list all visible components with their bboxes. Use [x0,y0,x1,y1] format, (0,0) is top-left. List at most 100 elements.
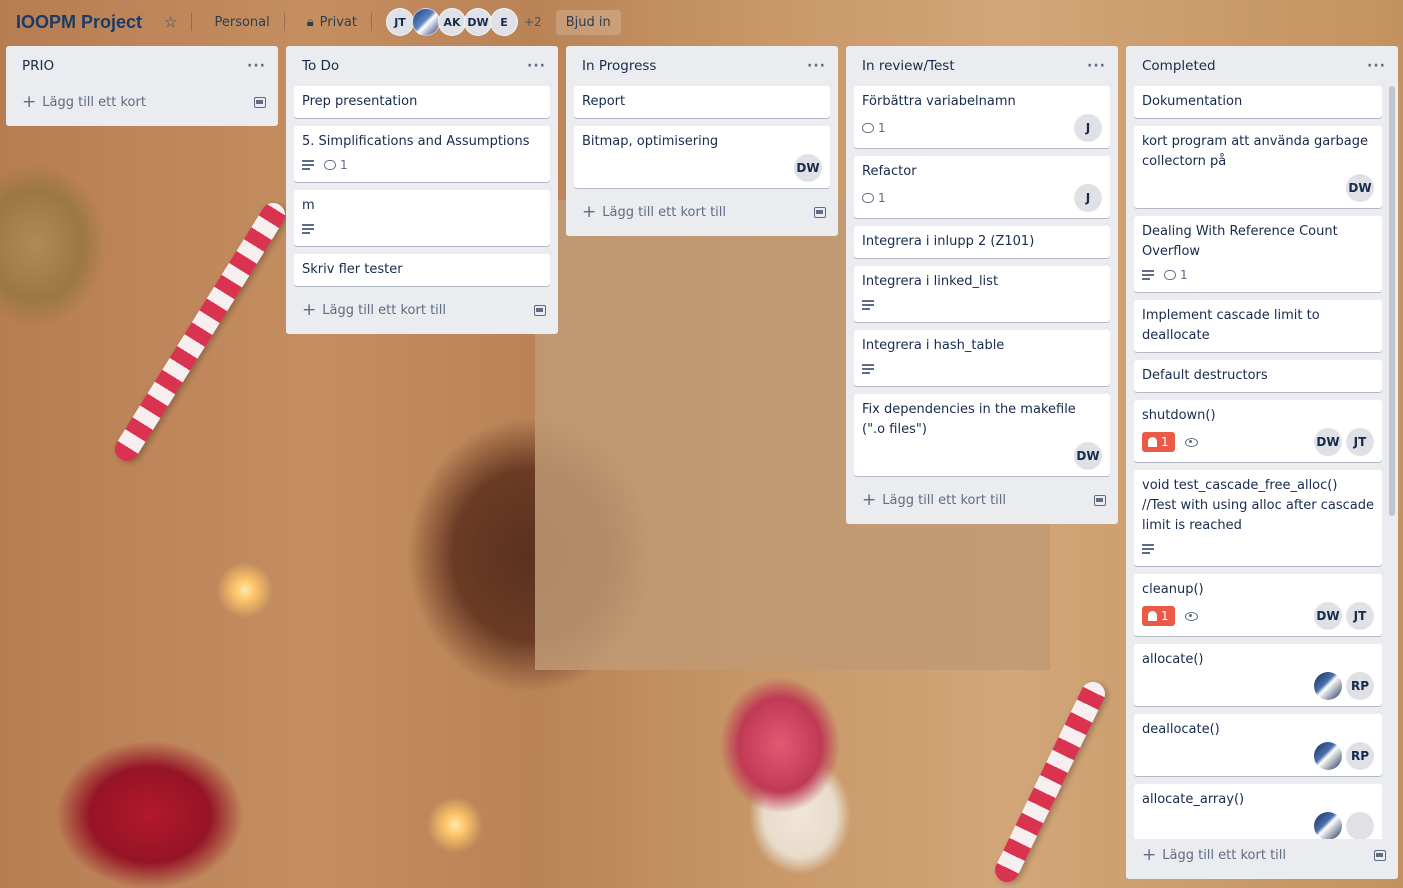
due-date-badge[interactable]: 1 [1142,432,1175,452]
card[interactable]: Integrera i linked_list [854,266,1110,322]
description-icon [862,300,874,310]
card-member-avatar[interactable]: DW [794,154,822,182]
card[interactable]: Förbättra variabelnamn 1 J [854,86,1110,148]
card[interactable]: Skriv fler tester [294,254,550,286]
list-title[interactable]: Completed [1142,58,1216,74]
card-title: deallocate() [1142,722,1220,737]
card-member-avatar-image[interactable] [1314,672,1342,700]
add-card-row: + Lägg till ett kort till [574,196,830,228]
header-divider [283,13,285,31]
card-member-avatar[interactable]: DW [1314,602,1342,630]
list-menu-icon[interactable]: ··· [807,58,826,74]
list-title[interactable]: To Do [302,58,339,74]
card-member-avatar[interactable] [1346,812,1374,839]
visibility-button[interactable]: 🔒︎ Privat [307,15,357,30]
add-card-label: Lägg till ett kort [42,94,146,110]
board-header: IOOPM Project ☆ Personal 🔒︎ Privat JT AK… [0,0,1403,44]
card-member-avatar[interactable]: J [1074,184,1102,212]
board-title[interactable]: IOOPM Project [16,12,142,33]
card-title: allocate_array() [1142,792,1245,807]
list-menu-icon[interactable]: ··· [527,58,546,74]
card[interactable]: Refactor 1 J [854,156,1110,218]
card[interactable]: Bitmap, optimisering DW [574,126,830,188]
card[interactable]: Dealing With Reference Count Overflow 1 [1134,216,1382,292]
list-menu-icon[interactable]: ··· [1367,58,1386,74]
more-members-count[interactable]: +2 [524,15,542,29]
add-card-row: + Lägg till ett kort [14,86,270,118]
star-icon[interactable]: ☆ [164,13,177,31]
list-title[interactable]: PRIO [22,58,54,74]
card-member-avatar[interactable]: DW [1074,442,1102,470]
card[interactable]: allocate_array() [1134,784,1382,839]
card-member-avatar[interactable]: JT [1346,602,1374,630]
comment-count: 1 [878,121,886,135]
lock-icon: 🔒︎ [306,14,314,30]
list-prio: PRIO ··· + Lägg till ett kort [6,46,278,126]
list-title[interactable]: In Progress [582,58,656,74]
card[interactable]: cleanup() 1 DW JT [1134,574,1382,636]
card-member-avatar-image[interactable] [1314,812,1342,839]
member-avatar[interactable]: JT [386,8,414,36]
card[interactable]: m [294,190,550,246]
member-avatar[interactable]: AK [438,8,466,36]
card-member-avatar[interactable]: J [1074,114,1102,142]
card[interactable]: Integrera i hash_table [854,330,1110,386]
add-card-row: + Lägg till ett kort till [1134,839,1390,871]
list-menu-icon[interactable]: ··· [1087,58,1106,74]
add-card-button[interactable]: + Lägg till ett kort till [302,301,446,319]
list-header: To Do ··· [294,46,550,86]
card[interactable]: Fix dependencies in the makefile (".o fi… [854,394,1110,476]
card-template-icon[interactable] [254,96,266,108]
card[interactable]: Implement cascade limit to deallocate [1134,300,1382,352]
card-member-avatar[interactable]: RP [1346,672,1374,700]
comment-count: 1 [1180,268,1188,282]
add-card-button[interactable]: + Lägg till ett kort till [862,491,1006,509]
due-date-badge[interactable]: 1 [1142,606,1175,626]
card-title: Default destructors [1142,368,1268,383]
card-template-icon[interactable] [814,206,826,218]
list-menu-icon[interactable]: ··· [247,58,266,74]
card[interactable]: Integrera i inlupp 2 (Z101) [854,226,1110,258]
card[interactable]: Default destructors [1134,360,1382,392]
comment-count: 1 [340,158,348,172]
card-member-avatar[interactable]: DW [1314,428,1342,456]
card[interactable]: kort program att använda garbage collect… [1134,126,1382,208]
card-title: kort program att använda garbage collect… [1142,134,1368,169]
header-divider [191,13,193,31]
member-avatar[interactable]: E [490,8,518,36]
card[interactable]: Prep presentation [294,86,550,118]
card[interactable]: Dokumentation [1134,86,1382,118]
list-completed: Completed ··· Dokumentation kort program… [1126,46,1398,879]
card[interactable]: 5. Simplifications and Assumptions 1 [294,126,550,182]
comment-icon [324,160,336,170]
card-member-avatar[interactable]: DW [1346,174,1374,202]
card[interactable]: void test_cascade_free_alloc() //Test wi… [1134,470,1382,566]
list-title[interactable]: In review/Test [862,58,955,74]
card[interactable]: allocate() RP [1134,644,1382,706]
card-template-icon[interactable] [534,304,546,316]
add-card-button[interactable]: + Lägg till ett kort till [582,201,726,222]
member-avatar-image[interactable] [412,8,440,36]
comment-count: 1 [878,191,886,205]
member-avatar[interactable]: DW [464,8,492,36]
card[interactable]: shutdown() 1 DW JT [1134,400,1382,462]
workspace-button[interactable]: Personal [214,15,269,30]
card-template-icon[interactable] [1094,494,1106,506]
add-card-button[interactable]: + Lägg till ett kort [22,93,146,111]
card-member-avatar-image[interactable] [1314,742,1342,770]
comment-icon [862,193,874,203]
card[interactable]: deallocate() RP [1134,714,1382,776]
add-card-button[interactable]: + Lägg till ett kort till [1142,844,1286,865]
card[interactable]: Report [574,86,830,118]
card-member-avatar[interactable]: RP [1346,742,1374,770]
list-scrollbar[interactable] [1389,86,1395,516]
plus-icon: + [582,201,597,222]
card-title: Förbättra variabelnamn [862,94,1016,109]
list-header: Completed ··· [1134,46,1390,86]
card-member-avatar[interactable]: JT [1346,428,1374,456]
workspace-label: Personal [214,14,270,30]
invite-button[interactable]: Bjud in [555,9,621,35]
plus-icon: + [1142,844,1157,865]
card-template-icon[interactable] [1374,849,1386,861]
bell-icon [1148,611,1157,621]
